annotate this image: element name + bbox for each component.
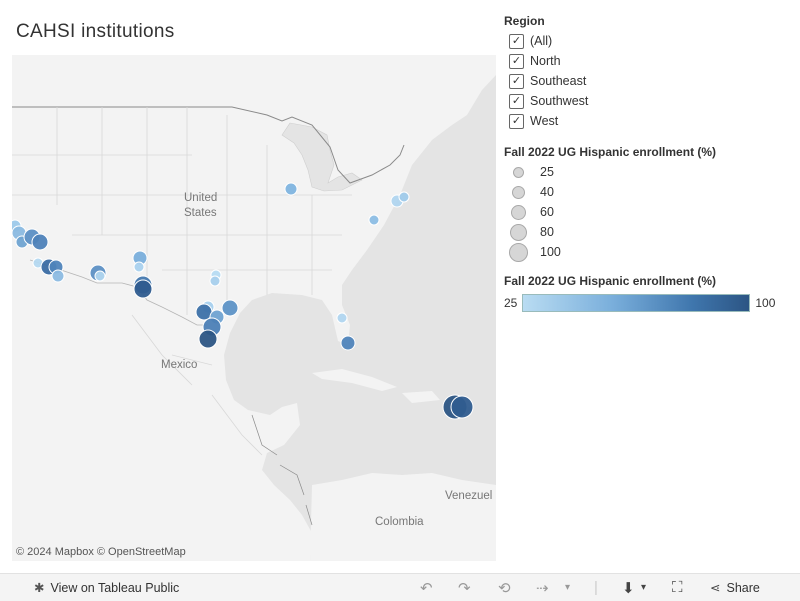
- share-icon: ⋖: [710, 581, 721, 595]
- institution-marker[interactable]: [340, 335, 356, 351]
- chevron-down-icon[interactable]: ▾: [641, 582, 646, 593]
- institution-marker[interactable]: [284, 182, 298, 196]
- size-legend-title: Fall 2022 UG Hispanic enrollment (%): [504, 145, 717, 159]
- checkbox-icon[interactable]: ✓: [509, 113, 524, 129]
- size-legend-item: 40: [504, 182, 794, 202]
- tableau-toolbar: ✱ View on Tableau Public ↶ ↷ ⟲ ⇢ ▾ | ⬇ ▾…: [0, 573, 800, 601]
- size-circle-icon: [509, 223, 527, 241]
- region-option-southwest[interactable]: ✓ Southwest: [504, 91, 794, 111]
- label-states: States: [184, 207, 217, 219]
- institution-marker[interactable]: [94, 270, 106, 282]
- size-legend-item: 80: [504, 222, 794, 242]
- map-view[interactable]: United States Mexico Colombia Venezuel ©…: [12, 55, 496, 561]
- refresh-icon[interactable]: ⇢: [536, 579, 549, 597]
- checkbox-icon[interactable]: ✓: [509, 53, 524, 69]
- basemap: United States Mexico Colombia Venezuel: [12, 55, 496, 561]
- color-legend-min: 25: [504, 296, 518, 310]
- region-filter-list: ✓ (All) ✓ North ✓ Southeast ✓ Southwest ✓ Wes…: [504, 31, 794, 131]
- color-ramp: [522, 294, 751, 312]
- region-option-all[interactable]: ✓ (All): [504, 31, 794, 51]
- institution-marker[interactable]: [398, 191, 410, 203]
- region-option-north[interactable]: ✓ North: [504, 51, 794, 71]
- region-filter-title: Region: [504, 14, 545, 28]
- institution-marker[interactable]: [450, 395, 474, 419]
- undo-icon[interactable]: ↶: [420, 579, 433, 597]
- fullscreen-icon[interactable]: ⛶: [672, 579, 683, 596]
- view-on-tableau-link[interactable]: ✱ View on Tableau Public: [34, 580, 179, 596]
- institution-marker[interactable]: [133, 261, 145, 273]
- institution-marker[interactable]: [221, 299, 239, 317]
- institution-marker[interactable]: [336, 312, 348, 324]
- download-icon[interactable]: ⬇: [622, 579, 635, 597]
- institution-marker[interactable]: [368, 214, 380, 226]
- redo-icon[interactable]: ↷: [458, 579, 471, 597]
- size-legend-item: 60: [504, 202, 794, 222]
- checkbox-icon[interactable]: ✓: [509, 93, 524, 109]
- page-title: CAHSI institutions: [16, 21, 175, 42]
- share-button[interactable]: ⋖ Share: [710, 580, 760, 596]
- size-circle-icon: [512, 166, 524, 178]
- institution-marker[interactable]: [198, 329, 218, 349]
- toolbar-divider: |: [594, 579, 598, 596]
- label-venezuela: Venezuel: [445, 490, 492, 502]
- map-attribution: © 2024 Mapbox © OpenStreetMap: [16, 546, 186, 558]
- size-legend-item: 25: [504, 162, 794, 182]
- size-circle-icon: [510, 204, 526, 220]
- label-colombia: Colombia: [375, 516, 424, 528]
- tableau-logo-icon: ✱: [34, 581, 45, 595]
- chevron-down-icon[interactable]: ▾: [565, 582, 570, 593]
- region-option-west[interactable]: ✓ West: [504, 111, 794, 131]
- size-circle-icon: [508, 242, 528, 262]
- size-legend: 25 40 60 80 100: [504, 162, 794, 262]
- institution-marker[interactable]: [209, 275, 221, 287]
- revert-icon[interactable]: ⟲: [498, 579, 511, 597]
- label-mexico: Mexico: [161, 359, 197, 371]
- color-legend-title: Fall 2022 UG Hispanic enrollment (%): [504, 274, 717, 288]
- checkbox-icon[interactable]: ✓: [509, 33, 524, 49]
- color-legend-max: 100: [755, 296, 776, 310]
- checkbox-icon[interactable]: ✓: [509, 73, 524, 89]
- region-option-southeast[interactable]: ✓ Southeast: [504, 71, 794, 91]
- institution-marker[interactable]: [31, 233, 49, 251]
- institution-marker[interactable]: [133, 279, 153, 299]
- size-legend-item: 100: [504, 242, 794, 262]
- institution-marker[interactable]: [51, 269, 65, 283]
- size-circle-icon: [511, 185, 525, 199]
- label-united: United: [184, 192, 217, 204]
- color-legend: 25 100: [504, 294, 794, 312]
- legend-panel: Region ✓ (All) ✓ North ✓ Southeast ✓ Southwe…: [504, 14, 794, 312]
